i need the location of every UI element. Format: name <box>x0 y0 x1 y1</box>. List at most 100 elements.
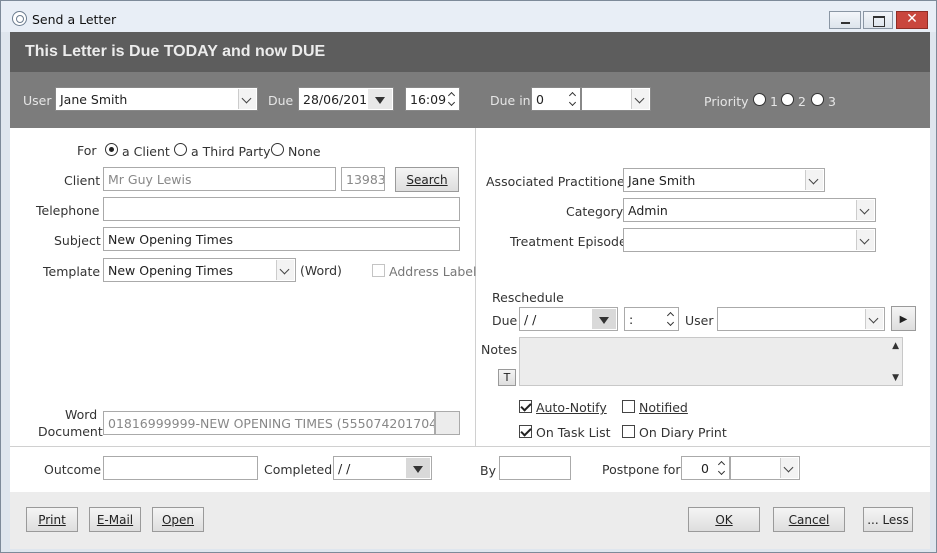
reschedule-user-select[interactable] <box>717 307 885 331</box>
user-select[interactable]: Jane Smith <box>55 87 258 111</box>
on-task-list-checkbox[interactable] <box>519 425 532 438</box>
notes-textarea[interactable]: ▲ ▼ <box>519 337 903 386</box>
chevron-down-icon[interactable] <box>276 260 294 280</box>
address-label-checkbox[interactable] <box>372 264 385 277</box>
priority-radio-3[interactable] <box>811 93 824 106</box>
for-label: For <box>77 143 97 158</box>
chevron-down-icon[interactable] <box>805 170 823 190</box>
for-radio-none[interactable] <box>271 143 284 156</box>
client-label: Client <box>64 173 101 188</box>
outcome-field[interactable] <box>103 456 258 480</box>
practitioner-label: Associated Practitioner <box>486 174 630 189</box>
due-date-value: 28/06/2017 <box>303 92 376 107</box>
search-button[interactable]: Search <box>395 167 459 192</box>
completed-date-dropdown-icon[interactable] <box>406 458 430 478</box>
word-document-browse-button[interactable] <box>435 411 460 435</box>
postpone-unit-select[interactable] <box>730 456 800 480</box>
completed-label: Completed <box>264 462 333 477</box>
postpone-value: 0 <box>701 461 709 476</box>
for-radio-client[interactable] <box>105 143 118 156</box>
client-id-field[interactable]: 13983 <box>341 167 385 191</box>
reschedule-user-label: User <box>685 313 714 328</box>
completed-field[interactable]: / / <box>333 456 432 480</box>
chevron-down-icon[interactable] <box>238 89 256 109</box>
due-in-unit-select[interactable] <box>581 87 651 111</box>
on-diary-print-checkbox[interactable] <box>622 425 635 438</box>
subject-label: Subject <box>54 233 101 248</box>
on-task-list-label: On Task List <box>536 425 611 440</box>
notified-checkbox[interactable] <box>622 400 635 413</box>
due-banner: This Letter is Due TODAY and now DUE <box>10 32 930 72</box>
postpone-field[interactable]: 0 <box>681 456 730 480</box>
close-button[interactable]: ✕ <box>896 11 928 29</box>
telephone-field[interactable] <box>103 197 460 221</box>
due-time-value: 16:09 <box>410 92 447 107</box>
send-letter-window: Send a Letter ✕ This Letter is Due TODAY… <box>0 0 937 553</box>
toolbar-row: User Jane Smith Due 28/06/2017 16:09 Due… <box>10 72 930 128</box>
for-option-client: a Client <box>122 144 170 159</box>
document-label: Document <box>38 424 103 439</box>
due-in-spinner[interactable] <box>567 89 579 109</box>
scroll-up-icon[interactable]: ▲ <box>892 341 899 351</box>
auto-notify-checkbox[interactable] <box>519 400 532 413</box>
chevron-down-icon[interactable] <box>865 309 883 329</box>
for-option-third-party: a Third Party <box>191 144 271 159</box>
priority-radio-2[interactable] <box>781 93 794 106</box>
treatment-episode-select[interactable] <box>623 228 876 252</box>
reschedule-date-dropdown-icon[interactable] <box>592 309 616 329</box>
due-in-label: Due in <box>490 93 531 108</box>
template-value: New Opening Times <box>108 263 234 278</box>
less-button[interactable]: ... Less <box>863 507 913 532</box>
open-button[interactable]: Open <box>152 507 204 532</box>
maximize-button[interactable] <box>863 11 893 29</box>
on-diary-print-label: On Diary Print <box>639 425 727 440</box>
due-time-spinner[interactable] <box>446 89 458 109</box>
by-field[interactable] <box>499 456 571 480</box>
priority-option-2: 2 <box>798 94 806 109</box>
priority-option-1: 1 <box>770 94 778 109</box>
client-name-value: Mr Guy Lewis <box>108 172 192 187</box>
category-label: Category <box>566 204 624 219</box>
chevron-down-icon[interactable] <box>856 230 874 250</box>
email-button[interactable]: E-Mail <box>89 507 141 532</box>
user-value: Jane Smith <box>60 92 128 107</box>
chevron-down-icon[interactable] <box>631 89 649 109</box>
due-date-dropdown-icon[interactable] <box>368 89 392 109</box>
postpone-label: Postpone for <box>602 462 681 477</box>
scroll-down-icon[interactable]: ▼ <box>892 373 899 383</box>
minimize-button[interactable] <box>829 11 861 29</box>
reschedule-time-spinner[interactable] <box>665 309 677 329</box>
for-radio-third-party[interactable] <box>174 143 187 156</box>
template-label: Template <box>43 264 101 279</box>
print-button[interactable]: Print <box>26 507 78 532</box>
due-in-field[interactable]: 0 <box>531 87 581 111</box>
category-select[interactable]: Admin <box>623 198 876 222</box>
close-icon: ✕ <box>906 11 918 27</box>
client-name-field[interactable]: Mr Guy Lewis <box>103 167 336 191</box>
word-document-value: 01816999999-NEW OPENING TIMES (555074201… <box>108 416 435 431</box>
completed-value: / / <box>338 461 351 476</box>
notes-format-button[interactable]: T <box>498 369 516 386</box>
due-date-field[interactable]: 28/06/2017 <box>298 87 394 111</box>
reschedule-time-field[interactable]: : <box>624 307 679 331</box>
subject-field[interactable]: New Opening Times <box>103 227 460 251</box>
notified-label: Notified <box>639 400 688 415</box>
user-label: User <box>23 93 52 108</box>
cancel-button[interactable]: Cancel <box>773 507 845 532</box>
due-time-field[interactable]: 16:09 <box>405 87 460 111</box>
priority-radio-1[interactable] <box>753 93 766 106</box>
postpone-spinner[interactable] <box>716 458 728 478</box>
due-label: Due <box>268 93 294 108</box>
word-label: Word <box>65 407 98 422</box>
practitioner-select[interactable]: Jane Smith <box>623 168 825 192</box>
word-document-field[interactable]: 01816999999-NEW OPENING TIMES (555074201… <box>103 411 435 435</box>
reschedule-time-value: : <box>629 312 634 327</box>
template-select[interactable]: New Opening Times <box>103 258 296 282</box>
chevron-down-icon[interactable] <box>780 458 798 478</box>
category-value: Admin <box>628 203 668 218</box>
reschedule-due-field[interactable]: / / <box>519 307 618 331</box>
chevron-down-icon[interactable] <box>856 200 874 220</box>
ok-button[interactable]: OK <box>688 507 760 532</box>
reschedule-next-button[interactable]: ▶ <box>891 306 916 331</box>
title-bar: Send a Letter ✕ <box>1 1 936 32</box>
